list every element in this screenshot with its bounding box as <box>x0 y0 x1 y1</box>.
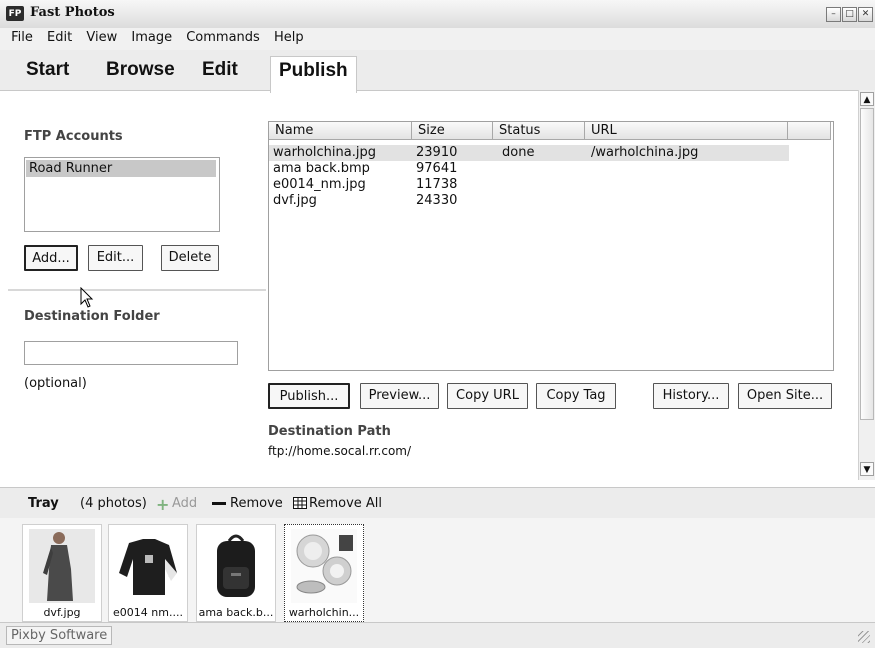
coat-photo-icon <box>29 529 95 603</box>
tab-start[interactable]: Start <box>18 56 77 84</box>
status-text: Pixby Software <box>6 626 113 645</box>
file-name: dvf.jpg <box>273 193 317 208</box>
scroll-down-arrow-icon[interactable]: ▼ <box>860 462 874 476</box>
table-row[interactable]: ama back.bmp 97641 <box>269 161 789 177</box>
app-logo: FP <box>6 6 24 21</box>
thumbnail-caption: e0014 nm.... <box>113 606 183 619</box>
file-size: 97641 <box>416 161 458 176</box>
file-name: ama back.bmp <box>273 161 370 176</box>
file-size: 24330 <box>416 193 458 208</box>
tray-label: Tray <box>28 496 59 511</box>
mode-bar: Start Browse Edit Publish <box>0 50 875 93</box>
remove-all-icon <box>293 497 307 509</box>
file-table[interactable]: Name Size Status URL warholchina.jpg 239… <box>268 121 834 371</box>
jacket-photo-icon <box>115 529 181 603</box>
table-row[interactable]: warholchina.jpg 23910 done /warholchina.… <box>269 145 789 161</box>
tray-thumbnail[interactable]: e0014 nm.... <box>108 524 188 622</box>
ftp-accounts-list[interactable]: Road Runner <box>24 157 220 232</box>
column-header-size[interactable]: Size <box>412 122 493 140</box>
column-header-name[interactable]: Name <box>269 122 412 140</box>
remove-icon <box>212 502 226 505</box>
destination-hint: (optional) <box>24 376 87 391</box>
tab-publish[interactable]: Publish <box>270 56 357 93</box>
destination-path-label: Destination Path <box>268 424 391 439</box>
tab-edit[interactable]: Edit <box>194 56 246 84</box>
file-size: 11738 <box>416 177 458 192</box>
vertical-scrollbar[interactable]: ▲ ▼ <box>858 90 875 480</box>
panel-divider <box>8 289 266 291</box>
tray-count: (4 photos) <box>80 496 147 511</box>
tray-toolbar: Tray (4 photos) + Add Remove Remove All <box>0 487 875 520</box>
resize-grip-icon[interactable] <box>858 631 870 643</box>
publish-button[interactable]: Publish... <box>268 383 350 409</box>
title-bar: FP Fast Photos – □ ✕ <box>0 0 875 29</box>
file-status: done <box>502 145 535 160</box>
preview-button[interactable]: Preview... <box>360 383 439 409</box>
menu-help[interactable]: Help <box>269 28 309 47</box>
table-row[interactable]: e0014_nm.jpg 11738 <box>269 177 789 193</box>
scroll-thumb[interactable] <box>860 108 874 420</box>
menu-file[interactable]: File <box>6 28 38 47</box>
file-size: 23910 <box>416 145 458 160</box>
thumbnail-caption: ama back.b... <box>198 606 274 619</box>
edit-account-button[interactable]: Edit... <box>88 245 143 271</box>
file-name: warholchina.jpg <box>273 145 376 160</box>
ftp-accounts-label: FTP Accounts <box>24 129 123 144</box>
menu-view[interactable]: View <box>81 28 122 47</box>
minimize-button[interactable]: – <box>826 7 841 22</box>
column-header-status[interactable]: Status <box>493 122 585 140</box>
copy-tag-button[interactable]: Copy Tag <box>536 383 616 409</box>
tray-thumbnail[interactable]: dvf.jpg <box>22 524 102 622</box>
dishes-photo-icon <box>291 529 357 603</box>
file-url: /warholchina.jpg <box>591 145 699 160</box>
close-button[interactable]: ✕ <box>858 7 873 22</box>
status-bar: Pixby Software <box>0 622 875 648</box>
column-header-empty <box>788 122 831 140</box>
destination-folder-input[interactable] <box>24 341 238 365</box>
menu-image[interactable]: Image <box>126 28 177 47</box>
tray-remove-all-button[interactable]: Remove All <box>309 496 382 511</box>
backpack-photo-icon <box>203 529 269 603</box>
add-account-button[interactable]: Add... <box>24 245 78 271</box>
thumbnail-caption: warholchin... <box>288 606 360 619</box>
menu-edit[interactable]: Edit <box>42 28 77 47</box>
destination-folder-label: Destination Folder <box>24 309 160 324</box>
history-button[interactable]: History... <box>653 383 729 409</box>
menu-commands[interactable]: Commands <box>181 28 265 47</box>
menu-bar: File Edit View Image Commands Help <box>0 28 875 50</box>
table-row[interactable]: dvf.jpg 24330 <box>269 193 789 209</box>
tray-remove-button[interactable]: Remove <box>230 496 283 511</box>
window-title: Fast Photos <box>30 5 115 20</box>
tray-add-button[interactable]: Add <box>172 496 197 511</box>
copy-url-button[interactable]: Copy URL <box>447 383 528 409</box>
tab-browse[interactable]: Browse <box>98 56 183 84</box>
mouse-cursor-icon <box>80 287 94 308</box>
open-site-button[interactable]: Open Site... <box>738 383 832 409</box>
add-icon: + <box>156 495 170 514</box>
thumbnail-caption: dvf.jpg <box>43 606 81 619</box>
tray-thumbnail[interactable]: ama back.b... <box>196 524 276 622</box>
delete-account-button[interactable]: Delete <box>161 245 219 271</box>
tray-area: dvf.jpg e0014 nm.... ama back.b... warho… <box>0 518 875 622</box>
ftp-account-item[interactable]: Road Runner <box>26 160 216 177</box>
column-header-url[interactable]: URL <box>585 122 788 140</box>
tray-thumbnail-selected[interactable]: warholchin... <box>284 524 364 622</box>
destination-path-value: ftp://home.socal.rr.com/ <box>268 444 412 458</box>
file-name: e0014_nm.jpg <box>273 177 366 192</box>
maximize-button[interactable]: □ <box>842 7 857 22</box>
scroll-up-arrow-icon[interactable]: ▲ <box>860 92 874 106</box>
